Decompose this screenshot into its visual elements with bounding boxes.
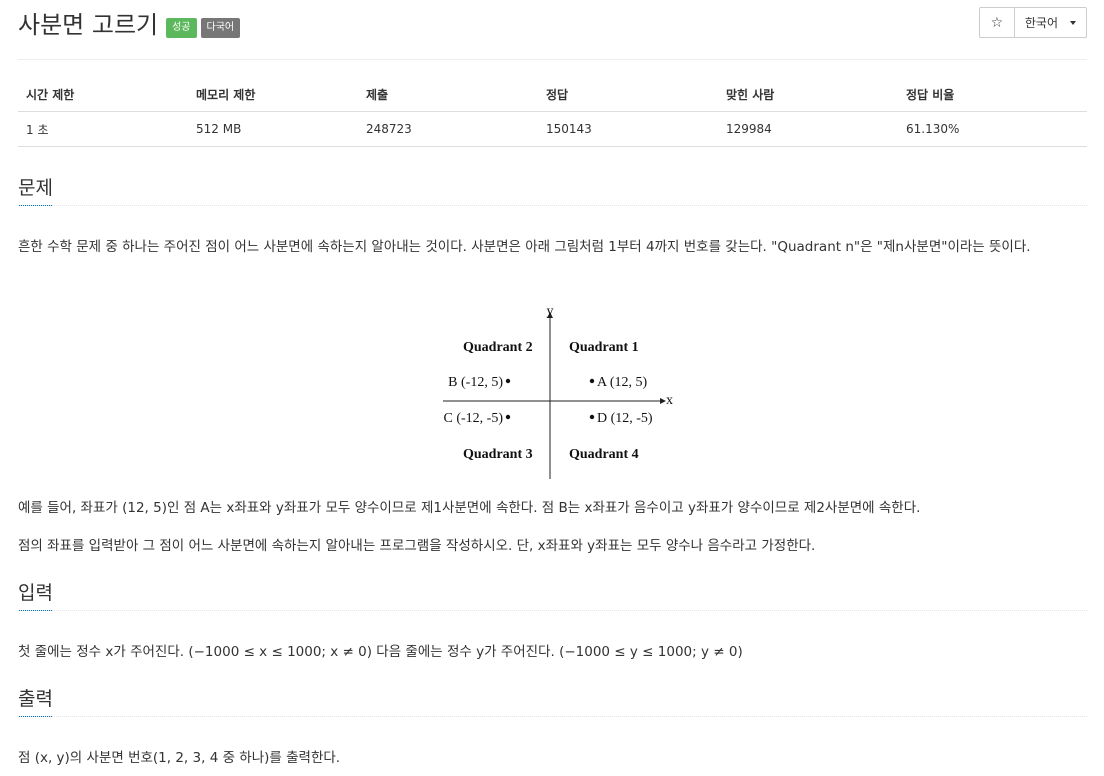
- table-header-cell: 맞힌 사람: [718, 78, 898, 112]
- table-header-cell: 정답 비율: [898, 78, 1087, 112]
- title-row: 사분면 고르기 성공 다국어: [18, 6, 241, 44]
- language-dropdown[interactable]: 한국어: [1015, 8, 1086, 37]
- star-button[interactable]: ☆: [980, 8, 1015, 37]
- problem-paragraph-1: 흔한 수학 문제 중 하나는 주어진 점이 어느 사분면에 속하는지 알아내는 …: [18, 239, 1031, 255]
- caret-down-icon: [1070, 20, 1076, 25]
- table-header-cell: 정답: [538, 78, 718, 112]
- point-c-dot: [505, 414, 511, 420]
- x-axis-label: x: [666, 393, 673, 408]
- star-icon: ☆: [990, 14, 1004, 31]
- table-cell: 248723: [358, 111, 538, 147]
- table-cell: 150143: [538, 111, 718, 147]
- problem-paragraph-3: 점의 좌표를 입력받아 그 점이 어느 사분면에 속하는지 알아내는 프로그램을…: [18, 538, 816, 554]
- header-button-group: ☆ 한국어: [978, 7, 1087, 38]
- point-b-dot: [505, 378, 511, 384]
- table-header-cell: 시간 제한: [18, 78, 188, 112]
- status-badge-success: 성공: [166, 18, 197, 38]
- quadrant-1-label: Quadrant 1: [569, 340, 639, 355]
- table-header-cell: 메모리 제한: [188, 78, 358, 112]
- page-title: 사분면 고르기: [18, 11, 159, 39]
- quadrant-3-label: Quadrant 3: [463, 447, 533, 462]
- table-row: 1 초 512 MB 248723 150143 129984 61.130%: [18, 111, 1087, 147]
- table-cell: 1 초: [18, 111, 188, 147]
- table-cell: 129984: [718, 111, 898, 147]
- divider: [18, 716, 1087, 717]
- quadrant-4-label: Quadrant 4: [569, 447, 639, 462]
- point-a-label: A (12, 5): [597, 375, 648, 390]
- divider: [18, 610, 1087, 611]
- output-paragraph: 점 (x, y)의 사분면 번호(1, 2, 3, 4 중 하나)를 출력한다.: [18, 750, 341, 766]
- section-heading-input: 입력: [18, 580, 1087, 611]
- point-b-label: B (-12, 5): [448, 375, 503, 390]
- point-d-dot: [589, 414, 595, 420]
- table-header-row: 시간 제한 메모리 제한 제출 정답 맞힌 사람 정답 비율: [18, 78, 1087, 112]
- problem-info-table: 시간 제한 메모리 제한 제출 정답 맞힌 사람 정답 비율 1 초 512 M…: [18, 78, 1087, 147]
- section-heading-problem: 문제: [18, 175, 1087, 206]
- section-heading-output: 출력: [18, 686, 1087, 717]
- input-paragraph: 첫 줄에는 정수 x가 주어진다. (−1000 ≤ x ≤ 1000; x ≠…: [18, 644, 743, 660]
- section-title-input: 입력: [18, 580, 53, 611]
- status-badge-multilang: 다국어: [200, 18, 241, 38]
- point-d-label: D (12, -5): [597, 411, 653, 426]
- table-cell: 512 MB: [188, 111, 358, 147]
- point-c-label: C (-12, -5): [444, 411, 504, 426]
- point-a-dot: [589, 378, 595, 384]
- quadrant-2-label: Quadrant 2: [463, 340, 533, 355]
- problem-paragraph-2: 예를 들어, 좌표가 (12, 5)인 점 A는 x좌표와 y좌표가 모두 양수…: [18, 500, 921, 516]
- divider: [18, 205, 1087, 206]
- divider: [18, 59, 1087, 60]
- table-header-cell: 제출: [358, 78, 538, 112]
- language-label: 한국어: [1024, 16, 1058, 30]
- section-title-problem: 문제: [18, 175, 53, 206]
- table-cell: 61.130%: [898, 111, 1087, 147]
- quadrant-figure: y x Quadrant 2 Quadrant 1 Quadrant 3 Qua…: [443, 304, 673, 479]
- section-title-output: 출력: [18, 686, 53, 717]
- y-axis-label: y: [547, 304, 554, 319]
